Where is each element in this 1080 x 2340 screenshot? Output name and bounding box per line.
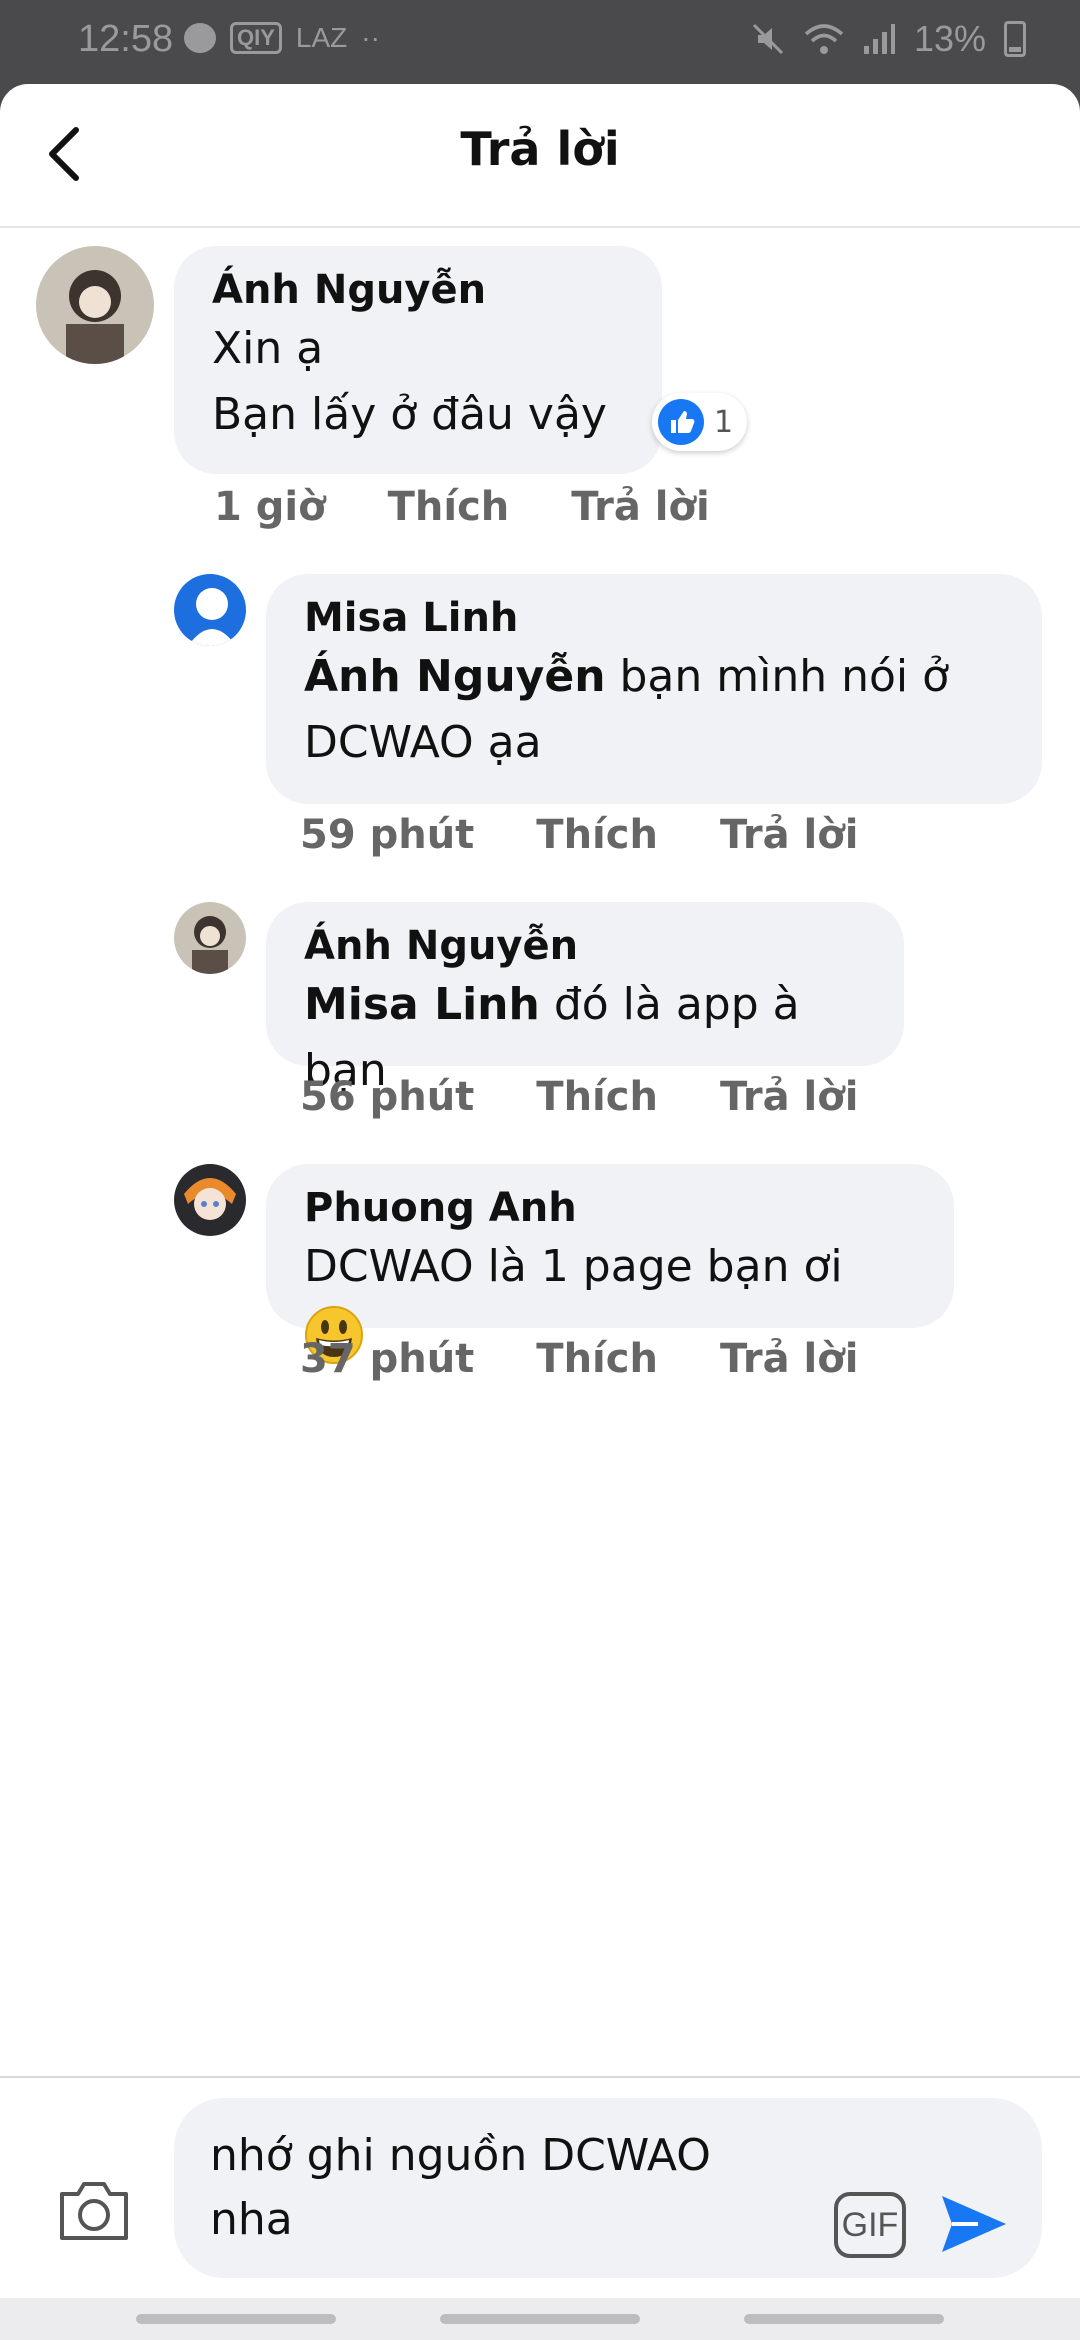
comment-time: 1 giờ [214, 484, 326, 530]
mention-link[interactable]: Misa Linh [304, 979, 540, 1030]
reply-author[interactable]: Phuong Anh [304, 1182, 916, 1234]
avatar-phuong-anh[interactable] [174, 1164, 246, 1236]
reply-meta: 59 phút Thích Trả lời [300, 812, 858, 858]
comment-text-line: Xin ạ [212, 323, 324, 374]
battery-percent: 13% [913, 18, 986, 59]
reply-text-line: DCWAO ạa [304, 717, 542, 768]
camera-icon[interactable] [56, 2178, 132, 2244]
like-icon [658, 399, 704, 445]
reply-button[interactable]: Trả lời [720, 1074, 858, 1120]
comment-author[interactable]: Ánh Nguyễn [212, 264, 624, 316]
reply-bubble[interactable]: Ánh Nguyễn Misa Linh đó là app à bạn [266, 902, 904, 1096]
reply-author[interactable]: Ánh Nguyễn [304, 920, 866, 972]
mention-link[interactable]: Ánh Nguyễn [304, 651, 606, 702]
avatar-anh-nguyen[interactable] [174, 902, 246, 974]
iqiyi-icon: QIY [230, 22, 282, 54]
reaction-count: 1 [714, 404, 734, 440]
messenger-icon [184, 23, 216, 53]
wifi-icon [804, 24, 844, 54]
signal-icon [863, 24, 895, 54]
system-nav-bar [0, 2298, 1080, 2340]
mute-icon [752, 23, 783, 55]
reply-text: bạn mình nói ở [605, 651, 950, 702]
comment-text-line: Bạn lấy ở đâu vậy [212, 389, 607, 440]
reply-author[interactable]: Misa Linh [304, 592, 1004, 644]
comment-meta: 1 giờ Thích Trả lời [214, 484, 710, 530]
reply-time: 59 phút [300, 812, 475, 858]
page-title: Trả lời [460, 122, 620, 176]
avatar-misa-linh[interactable] [174, 574, 246, 646]
like-button[interactable]: Thích [388, 484, 510, 530]
reply-time: 56 phút [300, 1074, 475, 1120]
reply-text: DCWAO là 1 page bạn ơi [304, 1241, 843, 1292]
reply-time: 37 phút [300, 1336, 475, 1382]
reply-bubble[interactable]: Phuong Anh DCWAO là 1 page bạn ơi [266, 1164, 954, 1364]
reply-sheet: Trả lời Ánh Nguyễn Xin ạ Bạn lấy ở đâu v… [0, 84, 1080, 2298]
comment-bubble[interactable]: Ánh Nguyễn Xin ạ Bạn lấy ở đâu vậy [174, 246, 662, 474]
status-time: 12:58 [78, 18, 174, 60]
reply-button[interactable]: Trả lời [720, 812, 858, 858]
battery-icon [1004, 21, 1026, 57]
lazada-icon: LAZ [295, 22, 348, 53]
comment-input[interactable]: nhớ ghi nguồn DCWAO nha GIF [174, 2098, 1042, 2278]
nav-back-button[interactable] [744, 2314, 944, 2324]
comment-input-value[interactable]: nhớ ghi nguồn DCWAO nha [210, 2124, 770, 2252]
status-bar: 12:58 QIY LAZ ·· 13% [0, 0, 1080, 84]
notification-icons: QIY LAZ ·· [184, 22, 380, 54]
like-button[interactable]: Thích [536, 812, 658, 858]
nav-recent-button[interactable] [136, 2314, 336, 2324]
nav-home-button[interactable] [440, 2314, 640, 2324]
system-icons: 13% [750, 18, 1026, 60]
header: Trả lời [0, 84, 1080, 228]
reply-composer: nhớ ghi nguồn DCWAO nha GIF [0, 2076, 1080, 2298]
reply-button[interactable]: Trả lời [571, 484, 709, 530]
reply-text-line: Ánh Nguyễn bạn mình nói ở [304, 644, 1004, 710]
like-button[interactable]: Thích [536, 1074, 658, 1120]
more-notifications-icon: ·· [361, 22, 380, 53]
like-button[interactable]: Thích [536, 1336, 658, 1382]
reply-button[interactable]: Trả lời [720, 1336, 858, 1382]
send-icon[interactable] [938, 2190, 1010, 2258]
reaction-badge[interactable]: 1 [652, 393, 748, 451]
avatar-anh-nguyen[interactable] [36, 246, 154, 364]
reply-meta: 56 phút Thích Trả lời [300, 1074, 858, 1120]
reply-meta: 37 phút Thích Trả lời [300, 1336, 858, 1382]
reply-bubble[interactable]: Misa Linh Ánh Nguyễn bạn mình nói ở DCWA… [266, 574, 1042, 804]
gif-button[interactable]: GIF [834, 2192, 906, 2258]
